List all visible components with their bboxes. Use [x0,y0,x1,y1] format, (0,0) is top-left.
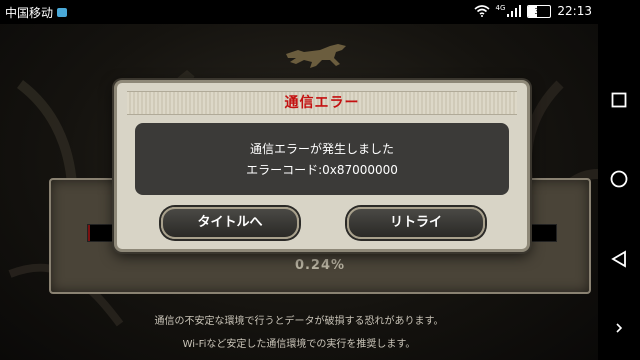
error-dialog: 通信エラー 通信エラーが発生しました エラーコード:0x87000000 タイト… [114,80,530,252]
chevron-right-icon [616,323,623,333]
game-screen: 0.24% 通信の不安定な環境で行うとデータが破損する恐れがあります。 Wi-F… [0,24,598,360]
status-bar: 中国移动 4G 37 22:13 [0,0,598,24]
carrier-name: 中国移动 [5,6,54,20]
circle-icon [610,170,628,188]
back-to-title-button[interactable]: タイトルへ [161,207,299,239]
network-type: 4G [495,4,506,12]
loading-percent: 0.24% [294,258,346,273]
error-message: 通信エラーが発生しました [249,142,394,156]
battery-icon: 37 [527,4,552,18]
wifi-icon [473,5,490,17]
signal-icon [507,5,522,17]
square-icon [611,92,627,108]
clock: 22:13 [557,4,592,18]
battery-level: 37 [534,6,545,16]
notice-line-2: Wi-Fiなど安定した通信環境での実行を推奨します。 [182,339,416,350]
error-message-box: 通信エラーが発生しました エラーコード:0x87000000 [135,123,509,195]
back-button[interactable] [598,250,640,268]
notice-line-1: 通信の不安定な環境で行うとデータが破損する恐れがあります。 [154,316,444,327]
notification-icon [57,8,68,17]
expand-nav-button[interactable] [598,322,640,334]
retry-button[interactable]: リトライ [347,207,485,239]
home-button[interactable] [598,170,640,188]
triangle-back-icon [611,250,626,268]
error-code: エラーコード:0x87000000 [246,163,398,177]
dialog-header: 通信エラー [127,91,517,115]
navigation-bar [598,0,640,360]
recent-apps-button[interactable] [598,92,640,108]
dialog-title: 通信エラー [284,95,360,111]
horse-icon [286,44,346,68]
